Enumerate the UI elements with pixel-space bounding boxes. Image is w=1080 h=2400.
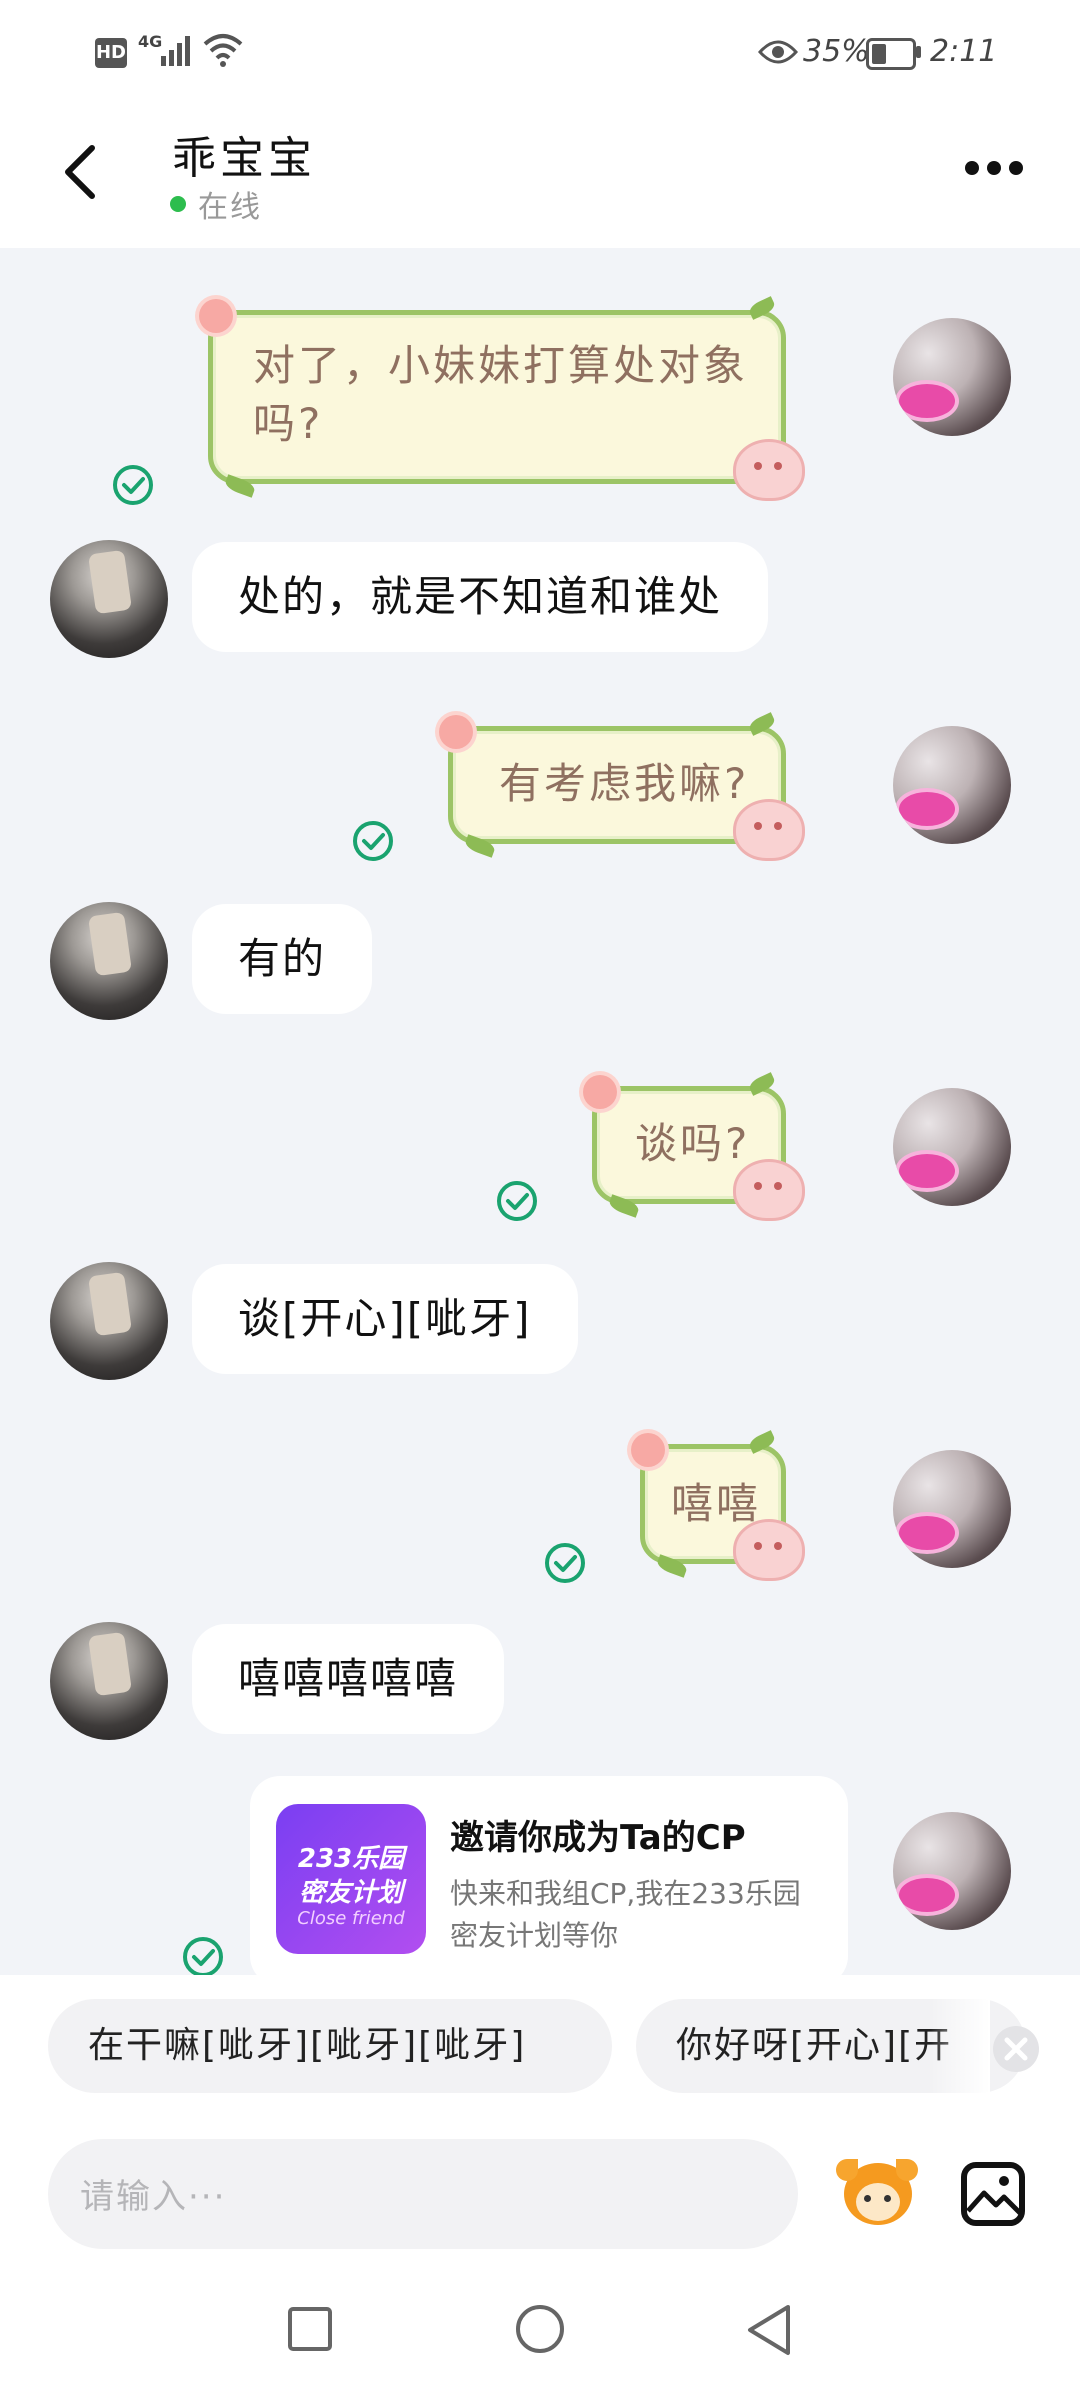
quick-reply-chip[interactable]: 在干嘛[呲牙][呲牙][呲牙]	[48, 1999, 612, 2093]
thumb-line1: 233乐园	[297, 1844, 405, 1874]
contact-avatar[interactable]	[50, 1262, 168, 1380]
message-text: 谈吗?	[635, 1119, 751, 1168]
received-message-bubble[interactable]: 嘻嘻嘻嘻嘻	[192, 1624, 505, 1734]
message-input[interactable]: 请输入···	[48, 2139, 798, 2249]
wifi-icon	[203, 34, 243, 67]
clock: 2:11	[930, 34, 998, 69]
more-dots-icon[interactable]	[962, 158, 1026, 178]
chat-header: 乖宝宝 在线	[0, 100, 1080, 248]
read-check-icon	[183, 1937, 223, 1975]
back-arrow-icon[interactable]	[58, 142, 104, 202]
home-icon[interactable]	[514, 2303, 566, 2355]
read-check-icon	[353, 821, 393, 861]
flower-decoration	[439, 715, 473, 749]
system-nav-bar	[0, 2265, 1080, 2400]
leaf-decoration	[747, 296, 777, 320]
message-input-bar: 请输入···	[0, 2103, 1080, 2265]
battery-icon	[866, 38, 916, 70]
contact-avatar[interactable]	[50, 540, 168, 658]
cp-invite-card[interactable]: 233乐园 密友计划 Close friend 邀请你成为Ta的CP 快来和我组…	[250, 1776, 848, 1975]
contact-avatar[interactable]	[50, 902, 168, 1020]
my-avatar[interactable]	[893, 1450, 1011, 1568]
contact-name: 乖宝宝	[172, 133, 316, 184]
thumb-line2: 密友计划	[298, 1878, 403, 1908]
chat-messages-area[interactable]: 对了，小妹妹打算处对象 吗? 处的，就是不知道和谁处 有考虑我嘛? 有的 谈吗?	[0, 248, 1080, 1975]
image-icon[interactable]	[960, 2161, 1026, 2227]
sent-message-bubble[interactable]: 嘻嘻	[631, 1430, 805, 1581]
flower-decoration	[583, 1075, 617, 1109]
thumb-line3: Close friend	[297, 1908, 405, 1929]
network-label: 4G	[138, 32, 163, 51]
contact-avatar[interactable]	[50, 1622, 168, 1740]
my-avatar[interactable]	[893, 318, 1011, 436]
leaf-decoration	[607, 1194, 641, 1218]
online-dot	[170, 196, 186, 212]
my-avatar[interactable]	[893, 726, 1011, 844]
recent-apps-icon[interactable]	[286, 2305, 334, 2353]
battery-percent: 35%	[803, 34, 870, 69]
invite-card-desc-line1: 快来和我组CP,我在233乐园	[450, 1877, 801, 1910]
leaf-decoration	[223, 474, 257, 498]
battery-tip	[916, 46, 921, 58]
leaf-decoration	[747, 712, 777, 736]
received-message-bubble[interactable]: 有的	[192, 904, 373, 1014]
received-message-bubble[interactable]: 谈[开心][呲牙]	[192, 1264, 578, 1374]
mascot-emoji-icon[interactable]	[836, 2159, 918, 2229]
status-bar: HD 4G 35% 2:11	[0, 0, 1080, 100]
my-avatar[interactable]	[893, 1088, 1011, 1206]
invite-card-desc-line2: 密友计划等你	[450, 1919, 619, 1952]
close-icon[interactable]	[992, 2025, 1040, 2073]
online-status: 在线	[198, 190, 262, 225]
input-placeholder: 请输入···	[80, 2177, 227, 2217]
received-message-bubble[interactable]: 处的，就是不知道和谁处	[192, 542, 769, 652]
flower-decoration	[199, 299, 233, 333]
quick-reply-fade	[930, 1999, 990, 2093]
leaf-decoration	[747, 1430, 777, 1454]
eye-icon	[758, 40, 798, 64]
message-text: 有考虑我嘛?	[499, 759, 750, 808]
leaf-decoration	[655, 1554, 689, 1578]
invite-card-title: 邀请你成为Ta的CP	[450, 1818, 746, 1858]
quick-reply-bar: 在干嘛[呲牙][呲牙][呲牙] 你好呀[开心][开	[0, 1975, 1080, 2103]
nav-back-icon[interactable]	[744, 2303, 794, 2357]
sent-message-bubble[interactable]: 对了，小妹妹打算处对象 吗?	[199, 296, 805, 501]
leaf-decoration	[463, 834, 497, 858]
leaf-decoration	[747, 1072, 777, 1096]
my-avatar[interactable]	[893, 1812, 1011, 1930]
message-text: 嘻嘻	[671, 1479, 762, 1528]
read-check-icon	[497, 1181, 537, 1221]
message-text: 对了，小妹妹打算处对象 吗?	[253, 341, 749, 448]
flower-decoration	[631, 1433, 665, 1467]
signal-icon	[161, 36, 190, 66]
read-check-icon	[113, 465, 153, 505]
sent-message-bubble[interactable]: 谈吗?	[583, 1072, 805, 1221]
read-check-icon	[545, 1543, 585, 1583]
invite-card-thumbnail: 233乐园 密友计划 Close friend	[276, 1804, 426, 1954]
hd-badge: HD	[95, 38, 127, 68]
sent-message-bubble[interactable]: 有考虑我嘛?	[439, 712, 805, 861]
